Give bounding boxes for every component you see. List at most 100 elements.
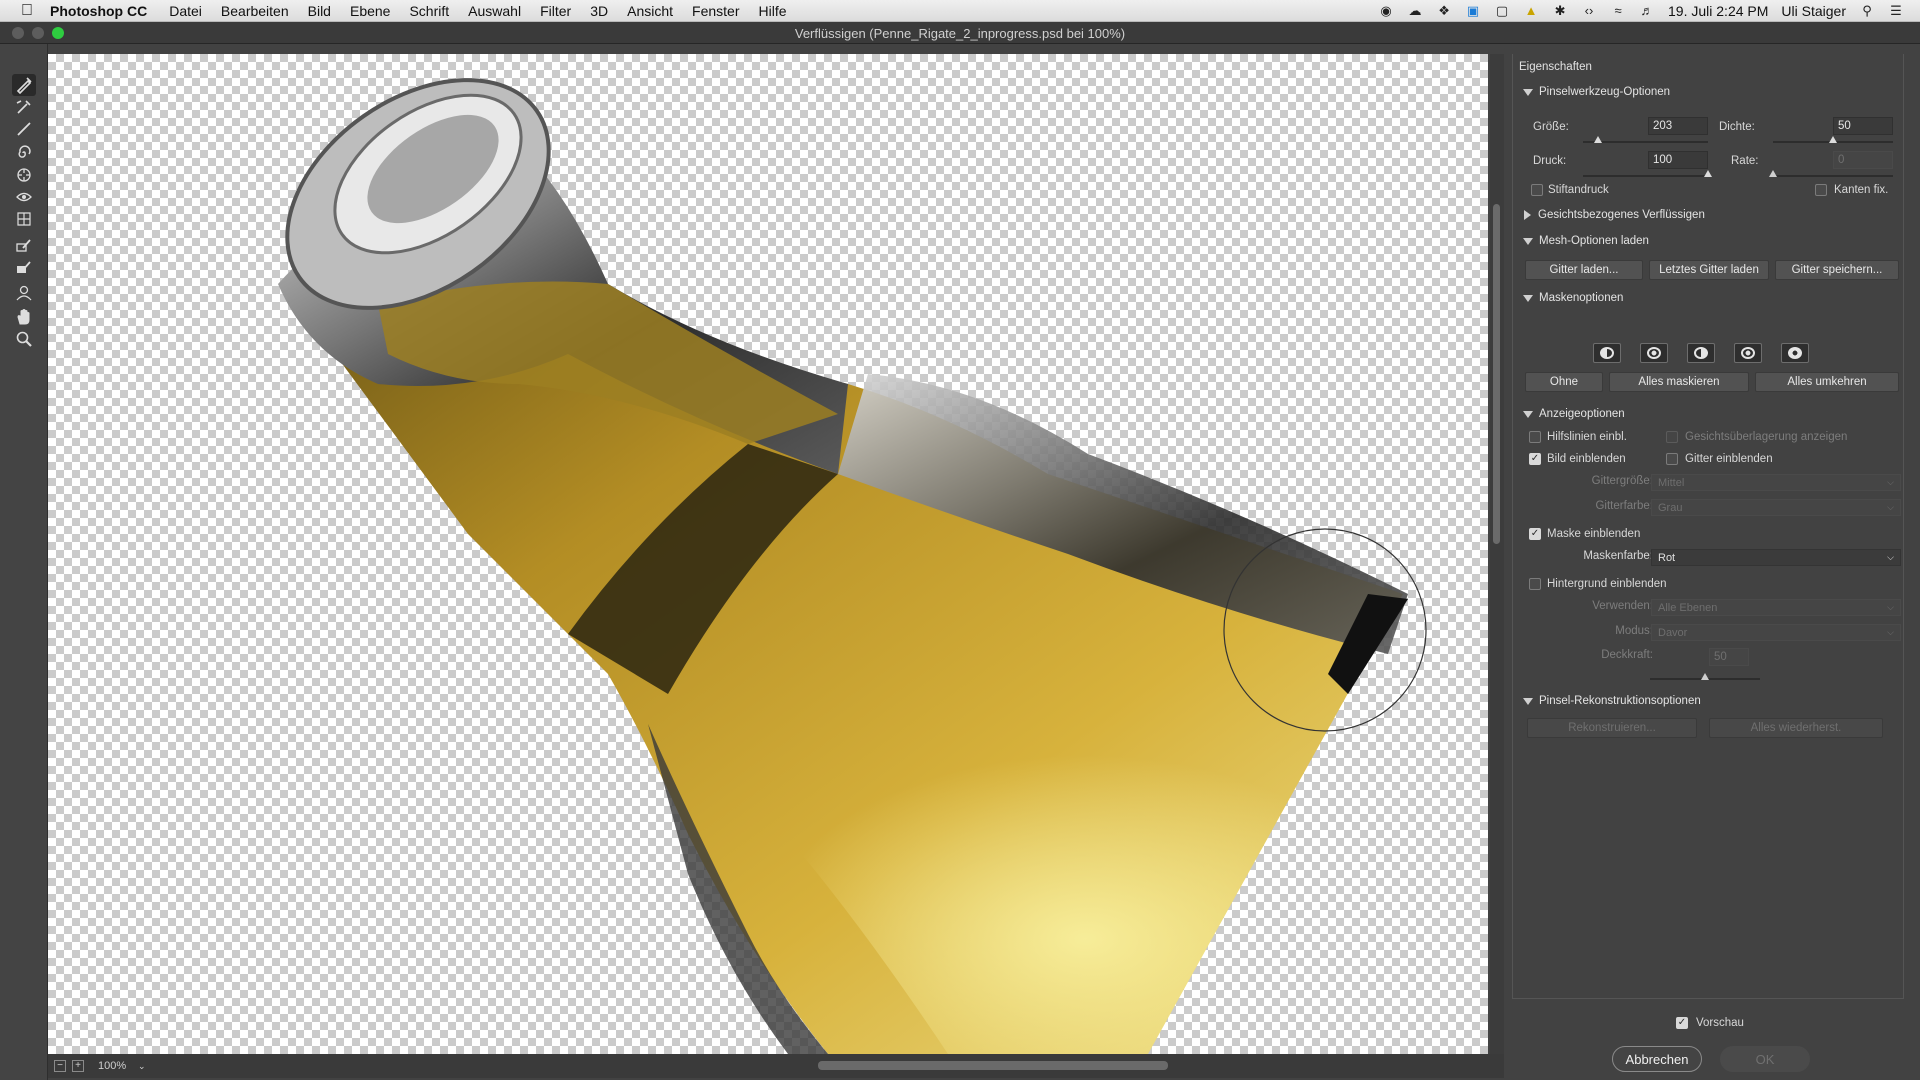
- zoom-in-button[interactable]: +: [72, 1060, 84, 1072]
- size-slider-knob[interactable]: [1594, 136, 1602, 143]
- mask-all-button[interactable]: Alles maskieren: [1609, 372, 1749, 392]
- menu-auswahl[interactable]: Auswahl: [468, 3, 521, 19]
- density-slider[interactable]: [1773, 136, 1893, 143]
- menu-ansicht[interactable]: Ansicht: [627, 3, 673, 19]
- reconstruct-icon[interactable]: [12, 96, 36, 118]
- menu-3d[interactable]: 3D: [590, 3, 608, 19]
- notification-center-icon[interactable]: ☰: [1888, 3, 1904, 18]
- load-last-mesh-button[interactable]: Letztes Gitter laden: [1649, 260, 1769, 280]
- horizontal-scroll-thumb[interactable]: [818, 1061, 1168, 1070]
- forward-warp-icon[interactable]: [12, 74, 36, 96]
- disclosure-down-icon[interactable]: [1523, 237, 1533, 245]
- restore-all-button[interactable]: Alles wiederherst.: [1709, 718, 1883, 738]
- show-image-checkbox[interactable]: ✓: [1529, 453, 1541, 465]
- load-mesh-button[interactable]: Gitter laden...: [1525, 260, 1643, 280]
- show-mask-checkbox[interactable]: ✓: [1529, 528, 1541, 540]
- warning-icon[interactable]: ▲: [1523, 3, 1539, 18]
- zoom-out-button[interactable]: −: [54, 1060, 66, 1072]
- pressure-slider[interactable]: [1583, 170, 1712, 177]
- code-icon[interactable]: ‹›: [1581, 3, 1597, 18]
- mask-replace-button[interactable]: [1593, 343, 1621, 363]
- disclosure-down-icon[interactable]: [1523, 697, 1533, 705]
- mask-none-button[interactable]: Ohne: [1525, 372, 1603, 392]
- pin-edges-checkbox[interactable]: [1815, 184, 1827, 196]
- canvas-vertical-scrollbar[interactable]: [1490, 54, 1504, 1054]
- disclosure-down-icon[interactable]: [1523, 410, 1533, 418]
- mode-select[interactable]: Davor ⌵: [1651, 624, 1901, 641]
- menu-schrift[interactable]: Schrift: [409, 3, 449, 19]
- thaw-mask-icon[interactable]: [12, 256, 36, 278]
- mesh-color-select[interactable]: Grau ⌵: [1651, 499, 1901, 516]
- menu-fenster[interactable]: Fenster: [692, 3, 739, 19]
- opacity-field[interactable]: 50: [1709, 648, 1749, 666]
- mask-add-button[interactable]: [1640, 343, 1668, 363]
- face-overlay-checkbox[interactable]: [1666, 431, 1678, 443]
- section-view-options[interactable]: Anzeigeoptionen: [1523, 408, 1625, 420]
- dropbox-icon[interactable]: ❖: [1436, 3, 1452, 18]
- push-left-icon[interactable]: [12, 208, 36, 230]
- mask-color-select[interactable]: Rot ⌵: [1651, 549, 1901, 566]
- zoom-level[interactable]: 100%: [98, 1060, 138, 1072]
- opacity-slider[interactable]: [1650, 673, 1760, 680]
- show-mesh-checkbox[interactable]: [1666, 453, 1678, 465]
- section-reconstruct-options[interactable]: Pinsel-Rekonstruktionsoptionen: [1523, 695, 1701, 707]
- preview-checkbox[interactable]: ✓: [1676, 1017, 1688, 1029]
- pucker-icon[interactable]: [12, 164, 36, 186]
- menu-bild[interactable]: Bild: [308, 3, 331, 19]
- show-guides-checkbox[interactable]: [1529, 431, 1541, 443]
- stylus-pressure-checkbox[interactable]: [1531, 184, 1543, 196]
- spotlight-search-icon[interactable]: ⚲: [1859, 3, 1875, 18]
- density-field[interactable]: 50: [1833, 117, 1893, 135]
- creative-cloud-icon[interactable]: ☁: [1407, 3, 1423, 18]
- disclosure-right-icon[interactable]: [1524, 210, 1531, 220]
- menu-ebene[interactable]: Ebene: [350, 3, 390, 19]
- apple-menu-icon[interactable]: : [18, 2, 36, 20]
- menu-datei[interactable]: Datei: [169, 3, 202, 19]
- section-face-aware[interactable]: Gesichtsbezogenes Verflüssigen: [1523, 209, 1705, 221]
- zoom-chevron-down-icon[interactable]: ⌄: [138, 1061, 146, 1072]
- section-mask-options[interactable]: Maskenoptionen: [1523, 292, 1623, 304]
- liquify-canvas[interactable]: [48, 54, 1488, 1054]
- mask-intersect-button[interactable]: [1734, 343, 1762, 363]
- rate-slider[interactable]: [1769, 170, 1893, 177]
- volume-icon[interactable]: ♬: [1639, 3, 1655, 18]
- ok-button[interactable]: OK: [1720, 1046, 1810, 1072]
- bloat-icon[interactable]: [12, 186, 36, 208]
- density-slider-knob[interactable]: [1829, 136, 1837, 143]
- display-icon[interactable]: ▢: [1494, 3, 1510, 18]
- record-icon[interactable]: ◉: [1378, 3, 1394, 18]
- skype-icon[interactable]: ▣: [1465, 3, 1481, 18]
- menu-bearbeiten[interactable]: Bearbeiten: [221, 3, 289, 19]
- cancel-button[interactable]: Abbrechen: [1612, 1046, 1702, 1072]
- opacity-slider-knob[interactable]: [1701, 673, 1709, 680]
- vertical-scroll-thumb[interactable]: [1493, 204, 1500, 544]
- menu-filter[interactable]: Filter: [540, 3, 571, 19]
- zoom-icon[interactable]: [12, 328, 36, 350]
- section-brush-options[interactable]: Pinselwerkzeug-Optionen: [1523, 86, 1670, 98]
- freeze-mask-icon[interactable]: [12, 234, 36, 256]
- twirl-icon[interactable]: [12, 142, 36, 164]
- size-slider[interactable]: [1583, 136, 1708, 143]
- invert-all-button[interactable]: Alles umkehren: [1755, 372, 1899, 392]
- size-field[interactable]: 203: [1648, 117, 1708, 135]
- bluetooth-icon[interactable]: ✱: [1552, 3, 1568, 18]
- rate-slider-knob[interactable]: [1769, 170, 1777, 177]
- disclosure-down-icon[interactable]: [1523, 88, 1533, 96]
- smooth-icon[interactable]: [12, 118, 36, 140]
- menubar-clock[interactable]: 19. Juli 2:24 PM: [1668, 3, 1768, 19]
- disclosure-down-icon[interactable]: [1523, 294, 1533, 302]
- mesh-size-select[interactable]: Mittel ⌵: [1651, 474, 1901, 491]
- mask-subtract-button[interactable]: [1687, 343, 1715, 363]
- menu-hilfe[interactable]: Hilfe: [759, 3, 787, 19]
- pressure-field[interactable]: 100: [1648, 151, 1708, 169]
- mask-invert-button[interactable]: [1781, 343, 1809, 363]
- save-mesh-button[interactable]: Gitter speichern...: [1775, 260, 1899, 280]
- pressure-slider-knob[interactable]: [1704, 170, 1712, 177]
- rate-field[interactable]: 0: [1833, 151, 1893, 169]
- menu-app-name[interactable]: Photoshop CC: [50, 3, 147, 19]
- show-backdrop-checkbox[interactable]: [1529, 578, 1541, 590]
- menubar-user[interactable]: Uli Staiger: [1781, 3, 1846, 19]
- wifi-icon[interactable]: ≈: [1610, 3, 1626, 18]
- face-tool-icon[interactable]: [12, 282, 36, 304]
- section-mesh-options[interactable]: Mesh-Optionen laden: [1523, 235, 1649, 247]
